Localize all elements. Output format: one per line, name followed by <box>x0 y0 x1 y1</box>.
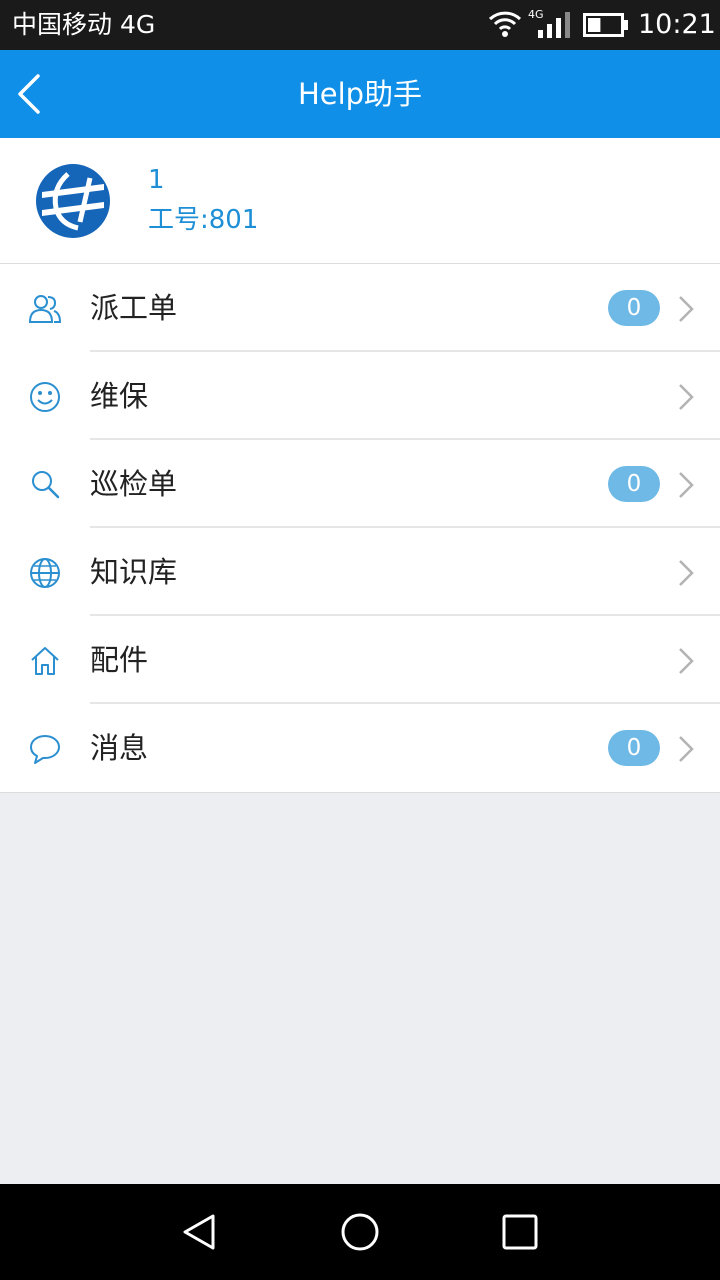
chevron-right-icon <box>679 648 694 674</box>
menu-item-parts[interactable]: 配件 <box>0 616 720 704</box>
menu-item-label: 派工单 <box>90 291 178 325</box>
status-bar: 中国移动 4G 4G 10:21 <box>0 0 720 50</box>
carrier-name: 中国移动 4G <box>12 10 156 39</box>
square-recent-icon[interactable] <box>500 1212 540 1252</box>
menu-item-label: 知识库 <box>90 555 178 589</box>
chevron-right-icon <box>679 472 694 498</box>
globe-icon <box>30 558 60 588</box>
profile-card: 1 工号:801 <box>0 138 720 264</box>
search-icon <box>32 471 60 499</box>
home-icon <box>31 647 59 675</box>
count-badge: 0 <box>608 466 660 502</box>
menu-list: 派工单 0 维保 巡检单 0 知识库 配件 消息 0 <box>0 264 720 793</box>
chevron-right-icon <box>679 736 694 762</box>
menu-item-knowledge-base[interactable]: 知识库 <box>0 528 720 616</box>
chevron-right-icon <box>679 296 694 322</box>
wifi-icon <box>488 11 522 37</box>
users-icon <box>28 295 62 323</box>
menu-item-label: 配件 <box>90 643 149 677</box>
company-logo-icon <box>36 164 110 238</box>
triangle-back-icon[interactable] <box>180 1212 220 1252</box>
menu-item-inspection-orders[interactable]: 巡检单 0 <box>0 440 720 528</box>
menu-item-label: 消息 <box>90 731 149 765</box>
menu-item-work-orders[interactable]: 派工单 0 <box>0 264 720 352</box>
count-badge: 0 <box>608 290 660 326</box>
smiley-icon <box>30 382 60 412</box>
chevron-right-icon <box>679 384 694 410</box>
count-badge: 0 <box>608 730 660 766</box>
menu-item-label: 维保 <box>90 379 149 413</box>
system-nav-bar <box>0 1184 720 1280</box>
clock: 10:21 <box>638 9 716 40</box>
signal-strength-icon: 4G <box>528 8 570 38</box>
user-name: 1 <box>148 165 165 195</box>
chat-bubble-icon <box>30 735 60 764</box>
page-title: Help助手 <box>297 77 423 111</box>
circle-home-icon[interactable] <box>340 1212 380 1252</box>
network-type-label: 4G <box>528 8 544 21</box>
menu-item-messages[interactable]: 消息 0 <box>0 704 720 792</box>
employee-id: 工号:801 <box>148 205 259 235</box>
battery-icon <box>583 13 628 37</box>
app-header: Help助手 <box>0 50 720 138</box>
chevron-right-icon <box>679 560 694 586</box>
menu-item-label: 巡检单 <box>90 467 178 501</box>
menu-item-maintenance[interactable]: 维保 <box>0 352 720 440</box>
